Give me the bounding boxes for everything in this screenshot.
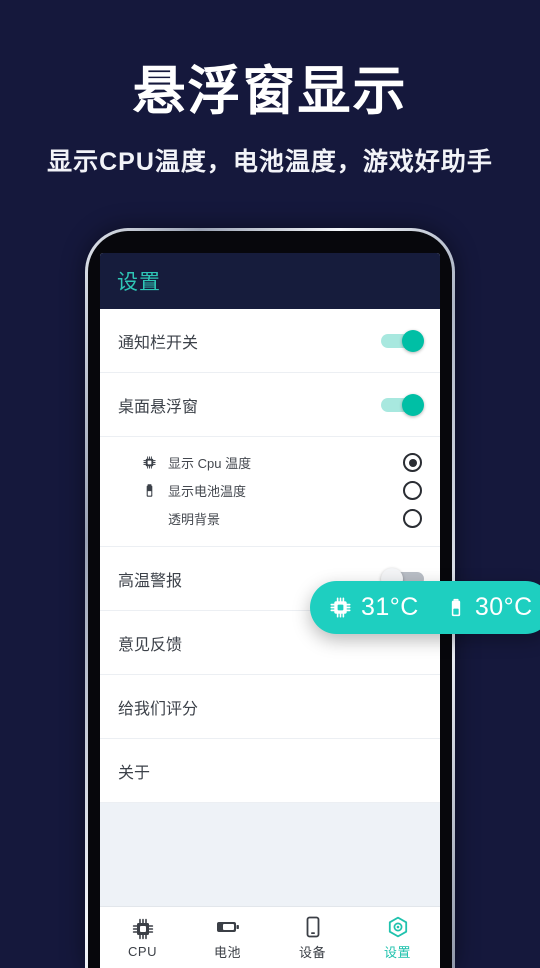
radio-show-battery-temp[interactable] (403, 481, 422, 500)
floating-window-options: 显示 Cpu 温度 显示电池温度 透明背景 (100, 437, 440, 547)
page-title: 悬浮窗显示 (132, 62, 408, 121)
floating-temperature-widget[interactable]: 31°C 30°C (310, 581, 540, 634)
option-label: 显示电池温度 (168, 484, 247, 499)
bottom-navigation: CPU 电池 设备 设置 (100, 906, 440, 968)
option-show-cpu-temp[interactable]: 显示 Cpu 温度 (142, 450, 424, 475)
page-subtitle: 显示CPU温度，电池温度，游戏好助手 (47, 147, 493, 176)
settings-row-notification[interactable]: 通知栏开关 (100, 309, 440, 373)
option-show-battery-temp[interactable]: 显示电池温度 (142, 478, 424, 503)
settings-row-label: 意见反馈 (118, 636, 183, 654)
gear-hexagon-icon (386, 915, 410, 939)
radio-transparent-background[interactable] (403, 509, 422, 528)
option-label: 显示 Cpu 温度 (168, 456, 252, 471)
settings-row-label: 关于 (118, 764, 151, 782)
cpu-icon (142, 455, 164, 470)
nav-item-label: 设备 (298, 944, 326, 960)
floating-window-toggle[interactable] (381, 393, 424, 416)
battery-icon (142, 483, 164, 498)
nav-item-settings[interactable]: 设置 (355, 907, 440, 968)
promo-header: 悬浮窗显示 显示CPU温度，电池温度，游戏好助手 (0, 0, 540, 178)
device-icon (301, 915, 325, 939)
app-bar: 设置 (100, 253, 440, 309)
nav-item-battery[interactable]: 电池 (185, 907, 270, 968)
battery-icon (215, 915, 241, 939)
nav-item-label: 电池 (213, 944, 241, 960)
toggle-knob (402, 393, 424, 416)
option-transparent-background[interactable]: 透明背景 (142, 506, 424, 531)
option-label: 透明背景 (168, 512, 221, 527)
settings-list: 通知栏开关 桌面悬浮窗 显示 Cpu 温度 显示电池温度 透明背景 高温警报 意… (100, 309, 440, 803)
settings-row-label: 通知栏开关 (118, 334, 199, 352)
toggle-knob (402, 329, 424, 352)
nav-item-label: CPU (128, 943, 157, 959)
settings-row-rate-us[interactable]: 给我们评分 (100, 675, 440, 739)
cpu-icon (329, 596, 352, 619)
cpu-icon (131, 917, 155, 941)
battery-icon (446, 596, 466, 619)
settings-row-label: 给我们评分 (118, 700, 199, 718)
radio-show-cpu-temp[interactable] (403, 453, 422, 472)
settings-row-label: 桌面悬浮窗 (118, 398, 199, 416)
cpu-temperature-value: 31°C (361, 593, 419, 621)
nav-item-cpu[interactable]: CPU (100, 907, 185, 968)
settings-row-about[interactable]: 关于 (100, 739, 440, 803)
nav-item-device[interactable]: 设备 (270, 907, 355, 968)
notification-toggle[interactable] (381, 329, 424, 352)
nav-item-label: 设置 (383, 944, 411, 960)
battery-temperature-value: 30°C (474, 593, 533, 621)
app-bar-title: 设置 (117, 271, 161, 294)
settings-row-floating-window[interactable]: 桌面悬浮窗 (100, 373, 440, 437)
empty-content-area (100, 803, 440, 906)
